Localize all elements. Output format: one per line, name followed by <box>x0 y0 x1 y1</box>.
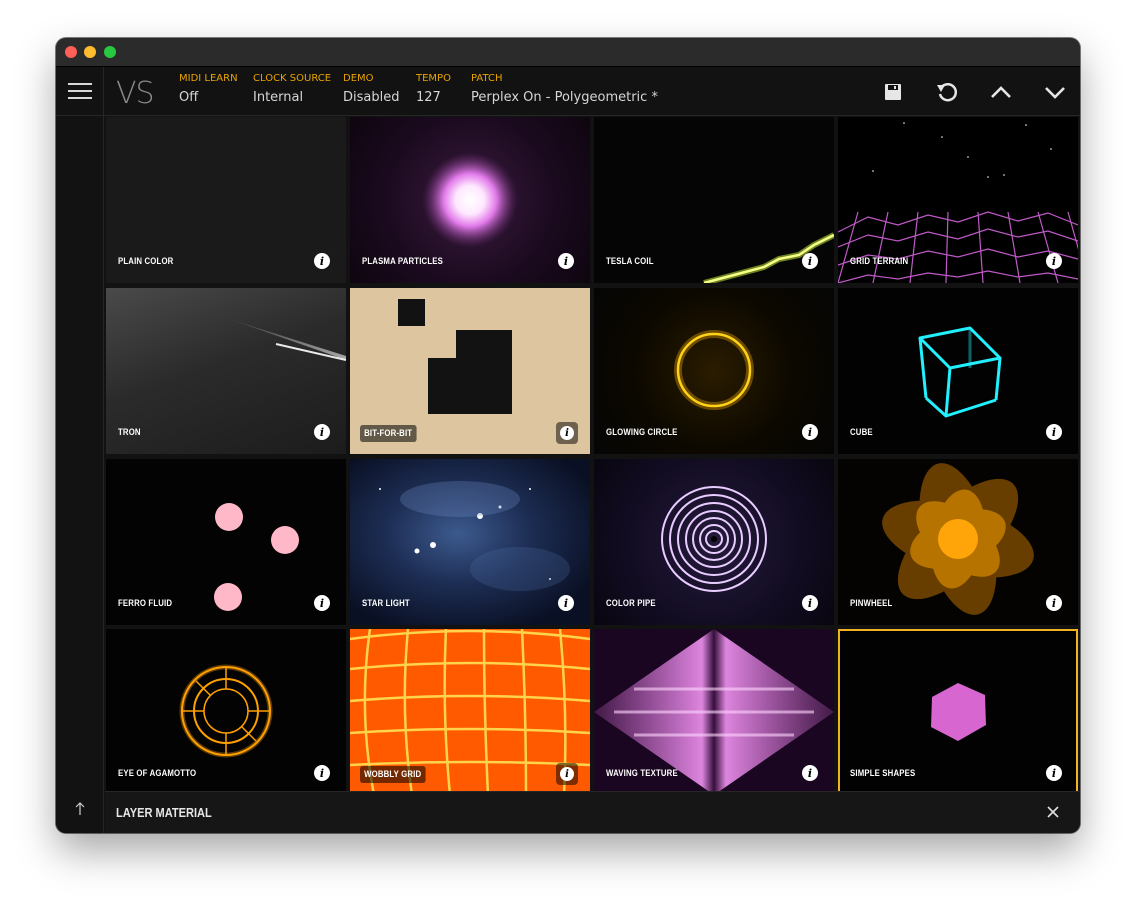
maximize-window-button[interactable] <box>104 46 116 58</box>
tron-preview <box>226 318 346 361</box>
material-tile-ferro-fluid[interactable]: FERRO FLUID i <box>106 459 346 625</box>
info-icon[interactable]: i <box>802 765 818 781</box>
midi-learn-field[interactable]: MIDI LEARN Off <box>179 73 238 105</box>
material-tile-plasma-particles[interactable]: PLASMA PARTICLES i <box>350 117 590 283</box>
panel-title: LAYER MATERIAL <box>116 805 212 820</box>
field-value: Perplex On - Polygeometric * <box>471 90 658 105</box>
material-tile-waving-texture[interactable]: WAVING TEXTURE i <box>594 629 834 795</box>
material-tile-pinwheel[interactable]: PINWHEEL i <box>838 459 1078 625</box>
chevron-up-icon[interactable] <box>986 77 1016 107</box>
info-icon[interactable]: i <box>1046 253 1062 269</box>
demo-field[interactable]: DEMO Disabled <box>343 73 399 105</box>
field-value: Internal <box>253 90 304 105</box>
material-tile-tesla-coil[interactable]: TESLA COIL i <box>594 117 834 283</box>
header-bar: VS MIDI LEARN Off CLOCK SOURCE Internal … <box>56 67 1080 116</box>
material-tile-color-pipe[interactable]: COLOR PIPE i <box>594 459 834 625</box>
info-icon[interactable]: i <box>314 424 330 440</box>
material-label: COLOR PIPE <box>606 598 656 609</box>
info-icon[interactable]: i <box>314 765 330 781</box>
field-label: TEMPO <box>416 73 451 84</box>
info-icon[interactable]: i <box>556 763 578 785</box>
info-icon[interactable]: i <box>1046 424 1062 440</box>
material-label: SIMPLE SHAPES <box>850 768 916 779</box>
material-tile-eye-of-agamotto[interactable]: EYE OF AGAMOTTO i <box>106 629 346 795</box>
material-label: EYE OF AGAMOTTO <box>118 768 197 779</box>
material-label: PINWHEEL <box>850 598 893 609</box>
info-icon[interactable]: i <box>314 253 330 269</box>
material-label: BIT-FOR-BIT <box>360 425 417 442</box>
material-label: GRID TERRAIN <box>850 256 909 267</box>
tempo-field[interactable]: TEMPO 127 <box>416 73 451 105</box>
material-label: WAVING TEXTURE <box>606 768 678 779</box>
arrow-up-icon[interactable] <box>72 801 88 819</box>
material-label: GLOWING CIRCLE <box>606 427 678 438</box>
material-label: FERRO FLUID <box>118 598 173 609</box>
field-label: PATCH <box>471 73 503 84</box>
chevron-down-icon[interactable] <box>1040 77 1070 107</box>
app-window: VS MIDI LEARN Off CLOCK SOURCE Internal … <box>56 38 1080 833</box>
material-label: PLASMA PARTICLES <box>362 256 443 267</box>
info-icon[interactable]: i <box>802 595 818 611</box>
material-tile-wobbly-grid[interactable]: WOBBLY GRID i <box>350 629 590 795</box>
field-label: MIDI LEARN <box>179 73 238 84</box>
material-tile-glowing-circle[interactable]: GLOWING CIRCLE i <box>594 288 834 454</box>
material-label: TESLA COIL <box>606 256 654 267</box>
field-label: CLOCK SOURCE <box>253 73 332 84</box>
save-icon[interactable] <box>878 77 908 107</box>
info-icon[interactable]: i <box>1046 595 1062 611</box>
field-value: Disabled <box>343 90 400 105</box>
app-logo: VS <box>116 76 155 111</box>
material-tile-bit-for-bit[interactable]: BIT-FOR-BIT i <box>350 288 590 454</box>
material-tile-plain-color[interactable]: PLAIN COLOR i <box>106 117 346 283</box>
info-icon[interactable]: i <box>558 595 574 611</box>
info-icon[interactable]: i <box>802 424 818 440</box>
material-tile-grid-terrain[interactable]: GRID TERRAIN i <box>838 117 1078 283</box>
undo-icon[interactable] <box>932 77 962 107</box>
material-tile-cube[interactable]: CUBE i <box>838 288 1078 454</box>
info-icon[interactable]: i <box>802 253 818 269</box>
material-label: STAR LIGHT <box>362 598 410 609</box>
patch-field[interactable]: PATCH Perplex On - Polygeometric * <box>471 73 658 105</box>
minimize-window-button[interactable] <box>84 46 96 58</box>
title-bar <box>56 38 1080 67</box>
cube-preview <box>918 326 1002 418</box>
material-label: CUBE <box>850 427 873 438</box>
info-icon[interactable]: i <box>314 595 330 611</box>
material-tile-tron[interactable]: TRON i <box>106 288 346 454</box>
material-label: PLAIN COLOR <box>118 256 174 267</box>
close-icon[interactable] <box>1046 805 1060 819</box>
layer-material-panel-footer: LAYER MATERIAL <box>105 791 1080 833</box>
field-value: Off <box>179 90 199 105</box>
close-window-button[interactable] <box>65 46 77 58</box>
field-value: 127 <box>416 90 441 105</box>
material-label: WOBBLY GRID <box>360 766 426 783</box>
clock-source-field[interactable]: CLOCK SOURCE Internal <box>253 73 331 105</box>
material-tile-star-light[interactable]: STAR LIGHT i <box>350 459 590 625</box>
info-icon[interactable]: i <box>556 422 578 444</box>
sidebar <box>56 116 104 833</box>
material-label: TRON <box>118 427 141 438</box>
material-tile-simple-shapes[interactable]: SIMPLE SHAPES i <box>838 629 1078 795</box>
material-grid: PLAIN COLOR i PLASMA PARTICLES i TESLA C… <box>105 117 1080 795</box>
info-icon[interactable]: i <box>558 253 574 269</box>
info-icon[interactable]: i <box>1046 765 1062 781</box>
hamburger-menu-icon[interactable] <box>56 67 104 115</box>
field-label: DEMO <box>343 73 374 84</box>
